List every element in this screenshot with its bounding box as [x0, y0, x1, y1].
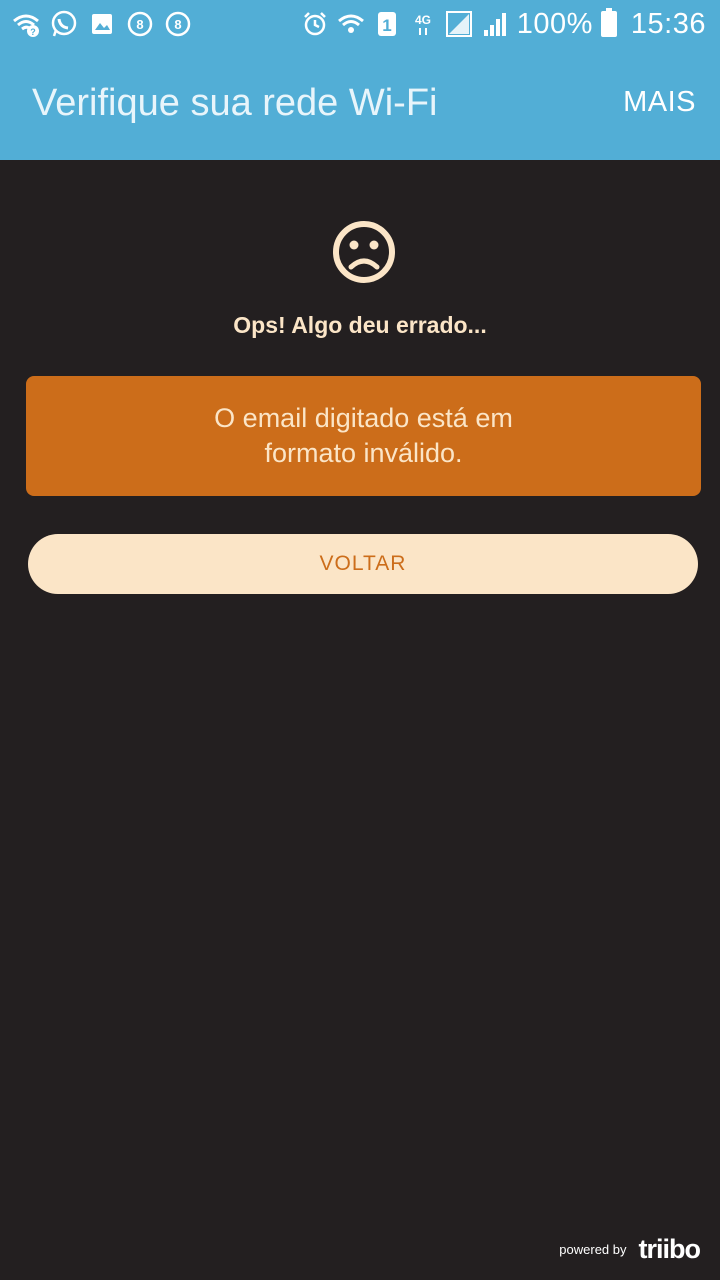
svg-text:8: 8 — [174, 17, 181, 32]
app-bar: Verifique sua rede Wi-Fi MAIS — [0, 48, 720, 160]
battery-icon — [600, 8, 617, 37]
svg-text:4G: 4G — [415, 13, 431, 27]
circle-8-icon: 8 — [164, 10, 192, 38]
powered-by-label: powered by — [559, 1241, 627, 1257]
page-title: Verifique sua rede Wi-Fi — [32, 82, 438, 124]
status-bar: ? 8 8 1 4G 100% 15:36 — [0, 0, 720, 48]
svg-text:1: 1 — [382, 16, 391, 35]
more-button[interactable]: MAIS — [623, 86, 696, 119]
signal-icon — [445, 10, 473, 38]
image-icon — [88, 10, 116, 38]
sad-face-icon — [331, 219, 397, 285]
battery-percentage: 100% — [516, 7, 593, 40]
svg-text:8: 8 — [136, 17, 143, 32]
powered-by: powered by triibo — [559, 1232, 701, 1266]
status-bar-right: 1 4G 100% 15:36 — [301, 6, 706, 42]
error-message: O email digitado está em formato inválid… — [214, 403, 513, 468]
error-message-box: O email digitado está em formato inválid… — [26, 376, 701, 496]
whatsapp-icon — [50, 10, 78, 38]
wifi-icon — [337, 10, 365, 38]
circle-8-icon: 8 — [126, 10, 154, 38]
alarm-icon — [301, 10, 329, 38]
sim-1-icon: 1 — [373, 10, 401, 38]
clock: 15:36 — [630, 7, 706, 40]
signal-icon — [481, 10, 509, 38]
back-button[interactable]: VOLTAR — [28, 534, 698, 594]
svg-text:?: ? — [30, 27, 36, 37]
network-4g-icon: 4G — [409, 10, 437, 38]
triibo-logo: triibo — [638, 1233, 701, 1264]
error-heading: Ops! Algo deu errado... — [233, 312, 487, 338]
status-bar-left: ? 8 8 — [12, 8, 192, 40]
wifi-question-icon: ? — [12, 10, 40, 38]
